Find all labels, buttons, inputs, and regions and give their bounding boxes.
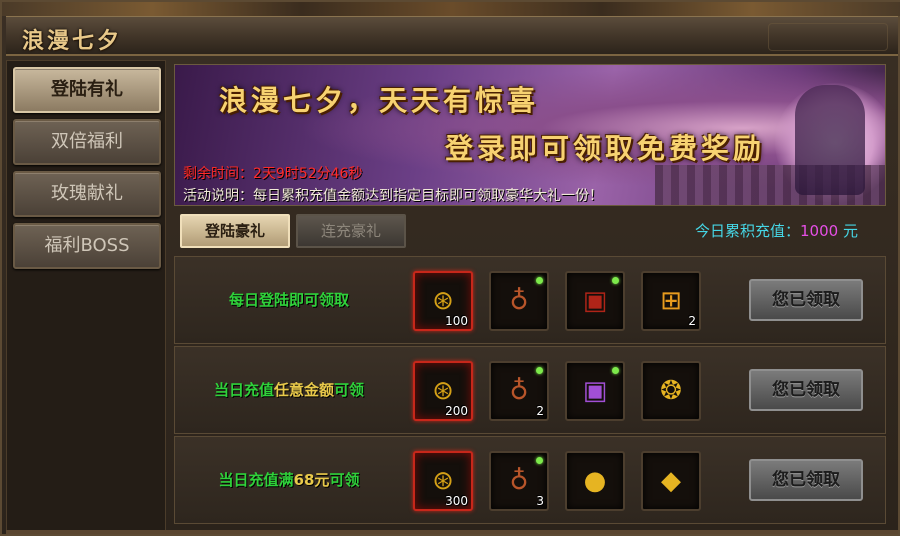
- item-count: 100: [445, 314, 468, 328]
- item-count: 2: [688, 314, 696, 328]
- description-label: 活动说明：: [183, 188, 253, 204]
- new-indicator-dot: [536, 277, 543, 284]
- recharge-value: 1000: [800, 222, 839, 240]
- item-glyph: ⊛: [432, 286, 454, 316]
- new-indicator-dot: [536, 457, 543, 464]
- treasure-chest-icon[interactable]: ▣: [565, 271, 625, 331]
- reward-row: 当日充值满68元可领 ⊛ 300 ♁ 3 ● ◆ 您已领取: [174, 436, 886, 524]
- item-glyph: ♁: [509, 466, 529, 496]
- condition-suffix: 可领: [329, 471, 360, 489]
- bottom-border: [6, 530, 898, 534]
- banner-headline: 浪漫七夕，天天有惊喜: [219, 84, 540, 117]
- countdown-timer: 剩余时间：2天9时52分46秒: [183, 163, 362, 183]
- event-description: 活动说明：每日累积充值金额达到指定目标即可领取豪华大礼一份！: [183, 185, 603, 205]
- item-glyph: ⊛: [432, 376, 454, 406]
- tab-consecutive-recharge[interactable]: 连充豪礼: [296, 214, 406, 248]
- claimed-button[interactable]: 您已领取: [749, 459, 863, 501]
- condition-suffix: 可领: [334, 381, 365, 399]
- item-glyph: ❂: [660, 376, 682, 406]
- new-indicator-dot: [612, 367, 619, 374]
- red-seal-token-icon[interactable]: ⊛ 100: [413, 271, 473, 331]
- top-ornament-strip: [2, 2, 900, 16]
- condition-highlight: 68元: [293, 471, 330, 489]
- loot-bag-icon[interactable]: ♁: [489, 271, 549, 331]
- item-count: 2: [536, 404, 544, 418]
- item-glyph: ▣: [582, 376, 608, 406]
- daily-recharge-total: 今日累积充值：1000 元: [695, 220, 858, 241]
- loot-bag-icon[interactable]: ♁ 3: [489, 451, 549, 511]
- item-count: 300: [445, 494, 468, 508]
- sidebar-item-welfare-boss[interactable]: 福利BOSS: [13, 223, 161, 269]
- title-bar: 浪漫七夕: [6, 16, 898, 56]
- item-glyph: ⊞: [660, 286, 682, 316]
- item-count: 200: [445, 404, 468, 418]
- red-seal-token-icon[interactable]: ⊛ 300: [413, 451, 473, 511]
- recharge-unit: 元: [842, 222, 858, 240]
- condition-text: 当日充值满: [218, 471, 294, 489]
- item-count: 3: [536, 494, 544, 508]
- condition-text: 当日充值: [213, 381, 274, 399]
- title-ornament: [768, 23, 888, 51]
- claimed-button[interactable]: 您已领取: [749, 279, 863, 321]
- loot-bag-icon[interactable]: ♁ 2: [489, 361, 549, 421]
- item-glyph: ◆: [661, 466, 681, 496]
- reward-row: 每日登陆即可领取 ⊛ 100 ♁ ▣ ⊞ 2 您已领取: [174, 256, 886, 344]
- purple-chest-icon[interactable]: ▣: [565, 361, 625, 421]
- reward-condition: 当日充值满68元可领: [175, 437, 403, 523]
- red-seal-token-icon[interactable]: ⊛ 200: [413, 361, 473, 421]
- gold-crystal-icon[interactable]: ◆: [641, 451, 701, 511]
- window-title: 浪漫七夕: [22, 28, 123, 54]
- new-indicator-dot: [536, 367, 543, 374]
- timer-value: 2天9时52分46秒: [253, 166, 363, 182]
- gift-box-icon[interactable]: ⊞ 2: [641, 271, 701, 331]
- event-banner: 浪漫七夕，天天有惊喜 登录即可领取免费奖励 剩余时间：2天9时52分46秒 活动…: [174, 64, 886, 206]
- sidebar-item-rose-gift[interactable]: 玫瑰献礼: [13, 171, 161, 217]
- tab-login-gift[interactable]: 登陆豪礼: [180, 214, 290, 248]
- banner-subheadline: 登录即可领取免费奖励: [445, 132, 766, 165]
- item-glyph: ♁: [509, 286, 529, 316]
- gold-ornament-icon[interactable]: ❂: [641, 361, 701, 421]
- item-glyph: ♁: [509, 376, 529, 406]
- reward-row: 当日充值任意金额可领 ⊛ 200 ♁ 2 ▣ ❂ 您已领取: [174, 346, 886, 434]
- gold-orb-icon[interactable]: ●: [565, 451, 625, 511]
- item-glyph: ⊛: [432, 466, 454, 496]
- claimed-button[interactable]: 您已领取: [749, 369, 863, 411]
- timer-label: 剩余时间：: [183, 166, 253, 182]
- reward-condition: 当日充值任意金额可领: [175, 347, 403, 433]
- couple-illustration: [795, 85, 865, 195]
- sidebar: 登陆有礼 双倍福利 玫瑰献礼 福利BOSS: [6, 60, 166, 534]
- description-text: 每日累积充值金额达到指定目标即可领取豪华大礼一份！: [253, 188, 603, 204]
- recharge-label: 今日累积充值：: [695, 222, 801, 240]
- sidebar-item-double-bonus[interactable]: 双倍福利: [13, 119, 161, 165]
- condition-text: 每日登陆即可领取: [228, 291, 349, 309]
- item-glyph: ▣: [582, 286, 608, 316]
- item-glyph: ●: [583, 466, 607, 496]
- new-indicator-dot: [612, 277, 619, 284]
- sidebar-item-login-gift[interactable]: 登陆有礼: [13, 67, 161, 113]
- reward-condition: 每日登陆即可领取: [175, 257, 403, 343]
- condition-highlight: 任意金额: [273, 381, 334, 399]
- event-window: 浪漫七夕 登陆有礼 双倍福利 玫瑰献礼 福利BOSS 浪漫七夕，天天有惊喜 登录…: [0, 0, 900, 536]
